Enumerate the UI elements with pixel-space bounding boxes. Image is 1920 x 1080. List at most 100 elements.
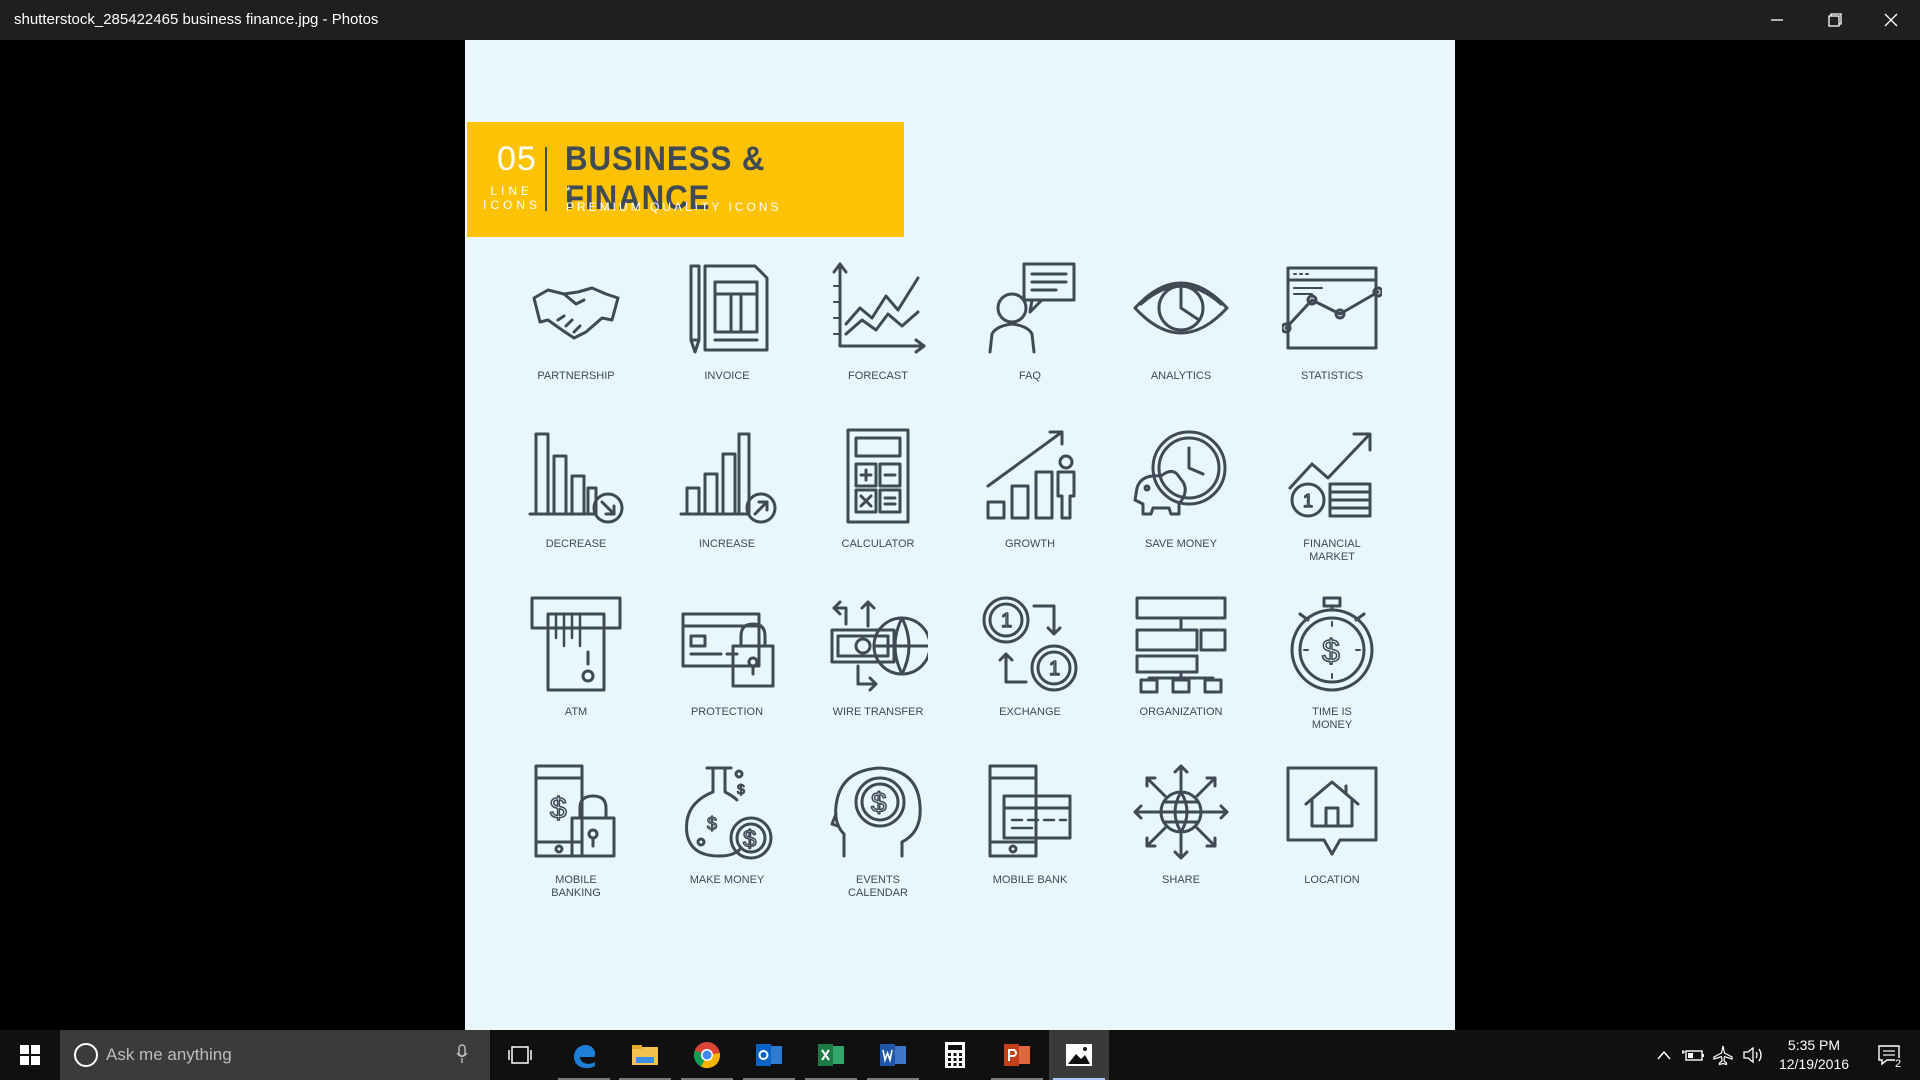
excel-icon — [818, 1044, 844, 1066]
icon-label: ORGANIZATION — [1139, 706, 1223, 718]
title-bar: shutterstock_285422465 business finance.… — [0, 0, 1920, 40]
flask-money-icon: $ $ $ — [685, 766, 773, 860]
clock[interactable]: 5:35 PM 12/19/2016 — [1764, 1036, 1864, 1074]
icon-label: WIRE TRANSFER — [832, 706, 924, 718]
banner-number: 05 — [497, 140, 537, 178]
atm-icon — [530, 596, 622, 692]
icon-label: FORECAST — [848, 370, 908, 382]
icon-tile: FAQ — [955, 258, 1105, 408]
photo-viewer: 05 LINE ICONS BUSINESS & FINANCE * PREMI… — [0, 40, 1920, 1030]
icon-label: SHARE — [1162, 874, 1200, 886]
icon-label: GROWTH — [1004, 538, 1056, 550]
icon-tile: 1 1 EXCHANGE — [955, 594, 1105, 744]
icon-tile: FORECAST — [803, 258, 953, 408]
svg-text:1: 1 — [1049, 658, 1060, 680]
head-dollar-icon: $ — [830, 766, 922, 858]
chrome-button[interactable] — [677, 1030, 737, 1080]
word-button[interactable] — [863, 1030, 923, 1080]
svg-text:$: $ — [1322, 633, 1340, 669]
excel-button[interactable] — [801, 1030, 861, 1080]
powerpoint-icon — [1004, 1044, 1030, 1066]
restore-icon — [1828, 13, 1842, 27]
protection-icon — [681, 612, 775, 688]
banner-line-label: LINE — [490, 184, 533, 198]
volume-button[interactable] — [1740, 1030, 1766, 1080]
organization-icon — [1135, 596, 1227, 694]
decrease-icon — [528, 432, 624, 524]
photos-button[interactable] — [1049, 1030, 1109, 1080]
exchange-icon: 11 — [982, 596, 1078, 692]
icon-tile: INVOICE — [652, 258, 802, 408]
forecast-icon — [832, 262, 926, 354]
stopwatch-icon: $ — [1290, 596, 1374, 692]
icon-label: DECREASE — [545, 538, 607, 550]
svg-text:$: $ — [707, 814, 717, 834]
icon-label: FINANCIAL MARKET — [1303, 538, 1361, 563]
close-icon — [1884, 13, 1898, 27]
banner-subheading: PREMIUM QUALITY ICONS — [566, 200, 782, 214]
icon-tile: CALCULATOR — [803, 426, 953, 576]
photos-icon — [1066, 1044, 1092, 1066]
microphone-icon[interactable] — [455, 1044, 469, 1064]
cortana-icon — [74, 1043, 98, 1067]
icon-tile: LOCATION — [1257, 762, 1407, 912]
piggy-bank-icon — [1133, 430, 1227, 516]
calculator-button[interactable] — [925, 1030, 985, 1080]
icon-tile: ATM — [501, 594, 651, 744]
minimize-icon — [1771, 19, 1783, 21]
icon-tile: DECREASE — [501, 426, 651, 576]
task-view-button[interactable] — [490, 1030, 550, 1080]
wire-transfer-icon — [830, 600, 928, 692]
icon-tile: $ $ $ MAKE MONEY — [652, 762, 802, 912]
minimize-button[interactable] — [1748, 0, 1806, 40]
faq-icon — [988, 262, 1076, 354]
file-explorer-icon — [632, 1045, 658, 1065]
icon-tile: 1 FINANCIAL MARKET — [1257, 426, 1407, 576]
powerpoint-button[interactable] — [987, 1030, 1047, 1080]
show-hidden-icons-button[interactable] — [1652, 1030, 1676, 1080]
edge-button[interactable] — [554, 1030, 614, 1080]
window-title: shutterstock_285422465 business finance.… — [14, 11, 379, 28]
airplane-mode-button[interactable] — [1710, 1030, 1736, 1080]
globe-share-icon — [1133, 764, 1229, 860]
outlook-button[interactable] — [739, 1030, 799, 1080]
svg-text:$: $ — [737, 781, 745, 797]
windows-logo-icon — [20, 1045, 40, 1065]
icon-label: ANALYTICS — [1150, 370, 1212, 382]
handshake-icon — [532, 286, 620, 340]
icon-label: MOBILE BANK — [992, 874, 1068, 886]
outlook-icon — [756, 1044, 782, 1066]
start-button[interactable] — [0, 1030, 60, 1080]
icon-label: FAQ — [1018, 370, 1041, 382]
financial-market-icon: 1 — [1288, 432, 1372, 518]
mobile-bank-icon — [988, 764, 1072, 858]
statistics-icon — [1282, 266, 1382, 350]
icon-tile: MOBILE BANK — [955, 762, 1105, 912]
notification-count: 2 — [1895, 1058, 1902, 1070]
icon-tile: ORGANIZATION — [1106, 594, 1256, 744]
icon-label: PARTNERSHIP — [537, 370, 615, 382]
close-button[interactable] — [1862, 0, 1920, 40]
calculator-icon — [846, 428, 910, 524]
icon-label: MAKE MONEY — [689, 874, 765, 886]
search-box[interactable]: Ask me anything — [60, 1030, 490, 1080]
icon-tile: $ TIME IS MONEY — [1257, 594, 1407, 744]
icon-tile: PROTECTION — [652, 594, 802, 744]
increase-icon — [679, 432, 777, 524]
battery-button[interactable] — [1680, 1030, 1706, 1080]
banner-star: * — [566, 184, 571, 198]
icon-label: INVOICE — [704, 370, 750, 382]
file-explorer-button[interactable] — [615, 1030, 675, 1080]
volume-icon — [1743, 1046, 1762, 1064]
airplane-icon — [1713, 1045, 1733, 1066]
svg-text:1: 1 — [1303, 491, 1313, 511]
icon-label: PROTECTION — [690, 706, 764, 718]
mobile-banking-icon: $ — [534, 764, 616, 858]
invoice-icon — [689, 264, 769, 354]
eye-icon — [1133, 281, 1229, 335]
photo-image: 05 LINE ICONS BUSINESS & FINANCE * PREMI… — [465, 40, 1455, 1030]
calculator-app-icon — [945, 1042, 965, 1068]
action-center-button[interactable]: 2 — [1868, 1030, 1910, 1080]
icon-tile: PARTNERSHIP — [501, 258, 651, 408]
restore-button[interactable] — [1806, 0, 1864, 40]
